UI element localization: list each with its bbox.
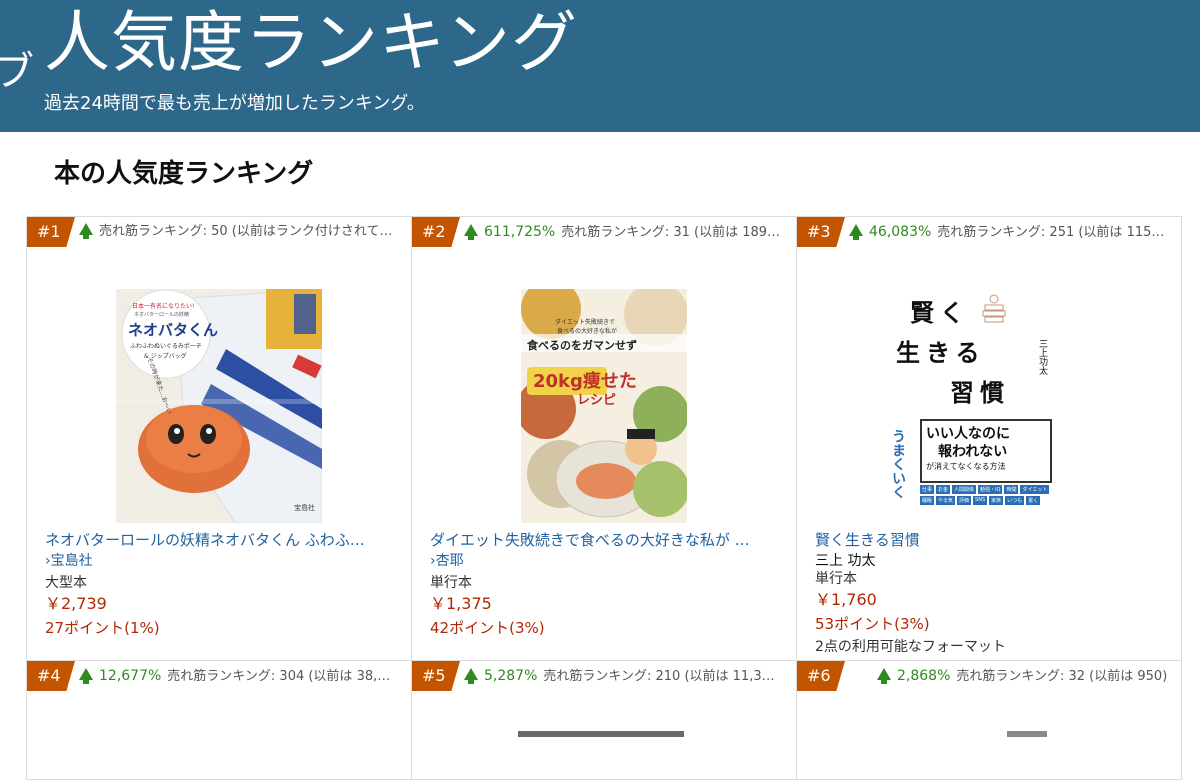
cover-title-line: 習慣 <box>950 379 1010 407</box>
product-title-link[interactable]: ネオバターロールの妖精ネオバタくん ふわふ… <box>45 529 393 551</box>
cover-text: 食べるの大好きな私が <box>557 328 618 335</box>
cover-author: 三上功太 <box>1037 339 1047 375</box>
cover-text: うまくいく <box>890 429 906 499</box>
up-arrow-icon <box>464 223 478 240</box>
author-link[interactable]: ›宝島社 <box>45 551 93 571</box>
price[interactable]: ￥2,739 <box>45 593 107 615</box>
sales-rank-line: 売れ筋ランキング: 50 (以前はランク付けされて… <box>79 217 403 247</box>
percent-increase: 2,868% <box>897 668 951 684</box>
sales-rank-text: 売れ筋ランキング: 31 (以前は 189… <box>561 225 781 240</box>
cover-text: ふわふわぬいぐるみポーチ <box>130 343 202 350</box>
cover-tag: 書く <box>1026 496 1041 505</box>
sales-rank-text: 売れ筋ランキング: 32 (以前は 950) <box>956 669 1168 684</box>
rank-badge: #5 <box>412 661 460 691</box>
product-card[interactable]: #4 12,677% 売れ筋ランキング: 304 (以前は 38,… <box>26 660 412 780</box>
percent-increase: 12,677% <box>99 668 162 684</box>
price[interactable]: ￥1,760 <box>815 589 877 611</box>
cover-tag: お金 <box>936 485 951 494</box>
points: 42ポイント(3%) <box>430 619 545 637</box>
rank-badge: #2 <box>412 217 460 247</box>
percent-increase: 611,725% <box>484 224 556 240</box>
cover-text: が消えてなくなる方法 <box>926 462 1006 471</box>
percent-increase: 46,083% <box>869 224 932 240</box>
points: 27ポイント(1%) <box>45 619 160 637</box>
product-title-link[interactable]: ダイエット失敗続きで食べるの大好きな私が … <box>430 529 778 551</box>
page-banner: ブ 人気度ランキング 過去24時間で最も売上が増加したランキング。 <box>0 0 1200 132</box>
product-title-link[interactable]: 賢く生きる習慣 <box>815 529 1163 551</box>
up-arrow-icon <box>464 667 478 684</box>
rank-badge: #1 <box>27 217 75 247</box>
available-formats[interactable]: 2点の利用可能なフォーマット <box>815 637 1006 657</box>
binding-type: 単行本 <box>815 571 857 587</box>
cover-tag: 人間関係 <box>952 485 977 494</box>
banner-side-glyph: ブ <box>0 49 34 95</box>
price[interactable]: ￥1,375 <box>430 593 492 615</box>
sales-rank-text: 売れ筋ランキング: 210 (以前は 11,3… <box>543 669 775 684</box>
product-cover-image[interactable]: 賢く 生きる 習慣 三上功太 いい人なのに 報われない が消えてなくなる方法 う… <box>886 289 1092 523</box>
rank-badge: #6 <box>797 661 845 691</box>
cover-tag: やる気 <box>936 496 956 505</box>
cover-text: ネオバターロールの妖精 <box>134 312 190 318</box>
rank-badge: #4 <box>27 661 75 691</box>
cover-title-line: 生きる <box>896 339 986 367</box>
cover-tag: 家族 <box>989 496 1004 505</box>
binding-type: 大型本 <box>45 575 87 591</box>
up-arrow-icon <box>849 223 863 240</box>
up-arrow-icon <box>877 667 891 684</box>
product-cover-image[interactable] <box>518 731 684 737</box>
product-cover-image[interactable]: ダイエット失敗続きで 食べるの大好きな私が 食べるのをガマンせず 20kg痩せた… <box>521 289 687 523</box>
cover-text: 報われない <box>938 444 1008 460</box>
sales-rank-text: 売れ筋ランキング: 251 (以前は 115… <box>937 225 1165 240</box>
points: 53ポイント(3%) <box>815 615 930 633</box>
cover-text: ダイエット失敗続きで <box>555 319 615 326</box>
cover-publisher: 宝島社 <box>294 504 315 512</box>
cover-tag: 勉強・IQ <box>978 485 1003 494</box>
banner-subtitle: 過去24時間で最も売上が増加したランキング。 <box>44 93 425 114</box>
cover-tag: ダイエット <box>1020 485 1050 494</box>
product-cover-image[interactable]: 日本一有名になりたい! ネオバターロールの妖精 ネオバタくん ふわふわぬいぐるみ… <box>116 289 322 523</box>
author-name: 三上 功太 <box>815 553 876 569</box>
cover-subheadline: レシピ <box>577 393 617 408</box>
sales-rank-line: 2,868% 売れ筋ランキング: 32 (以前は 950) <box>877 661 1173 691</box>
cover-tag-list: 仕事 お金 人間関係 勉強・IQ 時間 ダイエット 睡眠 やる気 評価 SNS … <box>920 485 1050 505</box>
book-stack-icon <box>982 294 1006 323</box>
cover-tag: SNS <box>973 496 988 505</box>
sales-rank-text: 売れ筋ランキング: 50 (以前はランク付けされて… <box>99 224 393 239</box>
binding-type: 単行本 <box>430 575 472 591</box>
up-arrow-icon <box>79 222 93 239</box>
cover-tag: 睡眠 <box>920 496 935 505</box>
product-card[interactable]: #5 5,287% 売れ筋ランキング: 210 (以前は 11,3… <box>411 660 797 780</box>
sales-rank-line: 46,083% 売れ筋ランキング: 251 (以前は 115… <box>849 217 1173 247</box>
author-link[interactable]: ›杏耶 <box>430 551 464 571</box>
up-arrow-icon <box>79 667 93 684</box>
sales-rank-text: 売れ筋ランキング: 304 (以前は 38,… <box>167 669 391 684</box>
section-title: 本の人気度ランキング <box>54 159 314 189</box>
cover-tag: 評価 <box>957 496 972 505</box>
product-card[interactable]: #3 46,083% 売れ筋ランキング: 251 (以前は 115… 賢く 生きる… <box>796 216 1182 662</box>
product-card[interactable]: #2 611,725% 売れ筋ランキング: 31 (以前は 189… ダイエット失… <box>411 216 797 662</box>
sales-rank-line: 611,725% 売れ筋ランキング: 31 (以前は 189… <box>464 217 788 247</box>
sales-rank-line: 5,287% 売れ筋ランキング: 210 (以前は 11,3… <box>464 661 788 691</box>
percent-increase: 5,287% <box>484 668 538 684</box>
product-cover-image[interactable] <box>1007 731 1047 737</box>
cover-title-line: 賢く <box>910 299 970 327</box>
cover-text: いい人なのに <box>926 426 1010 442</box>
rank-badge: #3 <box>797 217 845 247</box>
product-card[interactable]: #1 売れ筋ランキング: 50 (以前はランク付けされて… 日本一有名になりたい <box>26 216 412 662</box>
cover-brand: ネオバタくん <box>128 321 219 339</box>
cover-text: 日本一有名になりたい! <box>132 303 195 310</box>
cover-title: 食べるのをガマンせず <box>527 339 637 352</box>
cover-tag: いつも <box>1005 496 1025 505</box>
cover-tag: 時間 <box>1004 485 1019 494</box>
product-card[interactable]: #6 2,868% 売れ筋ランキング: 32 (以前は 950) <box>796 660 1182 780</box>
banner-title: 人気度ランキング <box>44 4 579 81</box>
cover-tag: 仕事 <box>920 485 935 494</box>
sales-rank-line: 12,677% 売れ筋ランキング: 304 (以前は 38,… <box>79 661 403 691</box>
